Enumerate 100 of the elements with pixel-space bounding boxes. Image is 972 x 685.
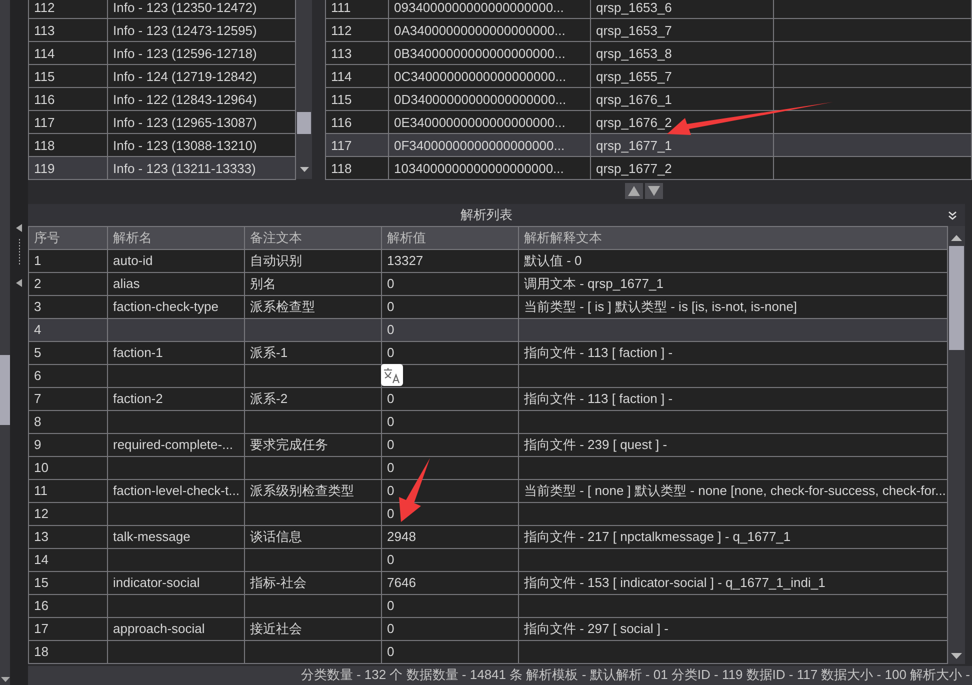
scroll-down-icon[interactable] [0, 677, 10, 682]
category-id: 118 [34, 138, 55, 152]
explanation-text: 当前类型 - [ none ] 默认类型 - none [none, check-for-success, check-for... [524, 482, 946, 498]
category-label: Info - 123 (12596-12718) [113, 46, 257, 60]
explanation-text: 默认值 - 0 [524, 252, 582, 268]
parse-row[interactable]: 17 approach-social 接近社会 0 指向文件 - 297 [ social ] - [28, 617, 948, 640]
record-row[interactable]: 114 0C34000000000000000000... qrsp_1655_7 [326, 64, 972, 88]
field-value: 2948 [387, 529, 416, 544]
explanation-text: 指向文件 - 217 [ npctalkmessage ] - q_1677_1 [524, 528, 791, 544]
parse-row[interactable]: 8 0 [28, 410, 948, 434]
list-scrollbar[interactable] [296, 0, 312, 179]
splitter-grip-icon[interactable] [18, 239, 20, 265]
collapse-left-icon[interactable] [16, 224, 22, 232]
note-text: 派系检查型 [250, 298, 315, 314]
record-row[interactable]: 112 0A34000000000000000000... qrsp_1653_7 [326, 18, 972, 42]
record-hex-data: 0D34000000000000000000... [394, 92, 566, 106]
category-label: Info - 123 (12965-13087) [113, 114, 257, 130]
column-header[interactable]: 解析名 [108, 226, 244, 250]
parse-row[interactable]: 2 alias 别名 0 调用文本 - qrsp_1677_1 [28, 272, 948, 296]
category-label: Info - 123 (13088-13210) [113, 138, 257, 152]
record-row[interactable]: 117 0F34000000000000000000... qrsp_1677_1 [326, 134, 972, 156]
parse-row[interactable]: 3 faction-check-type 派系检查型 0 当前类型 - [ is ] 默认类型 - is [is, is-not, is-none] [28, 295, 948, 318]
collapse-chevron-icon[interactable] [948, 210, 957, 220]
parse-row[interactable]: 6 [28, 364, 948, 388]
note-text: 指标-社会 [250, 574, 306, 590]
table-scrollbar[interactable] [948, 226, 965, 664]
scroll-up-icon[interactable] [951, 234, 962, 241]
parse-row[interactable]: 7 faction-2 派系-2 0 指向文件 - 113 [ faction ] - [28, 387, 948, 410]
category-id: 119 [34, 160, 55, 176]
record-hex-data: 0E34000000000000000000... [394, 114, 566, 130]
move-down-button[interactable] [645, 183, 663, 199]
field-name: indicator-social [113, 575, 200, 590]
parse-row[interactable]: 16 0 [28, 594, 948, 618]
parse-row[interactable]: 18 0 [28, 640, 948, 664]
row-number: 2 [34, 276, 42, 292]
record-hex-data: 0F34000000000000000000... [394, 138, 565, 152]
scroll-thumb[interactable] [297, 112, 311, 134]
record-hex-data: 1034000000000000000000... [394, 160, 564, 176]
note-text: 别名 [250, 276, 276, 291]
parse-row[interactable]: 15 indicator-social 指标-社会 7646 指向文件 - 153 [ indicator-social ] - q_1677_1_indi_1 [28, 571, 948, 594]
parse-row[interactable]: 9 required-complete-... 要求完成任务 0 指向文件 - 239 [ quest ] - [28, 433, 948, 456]
field-value: 0 [387, 506, 394, 522]
field-value: 0 [387, 391, 394, 406]
parse-row[interactable]: 11 faction-level-check-t... 派系级别检查类型 0 当前类型 - [ none ] 默认类型 - none [none, check-for-success, check-for... [28, 479, 948, 502]
category-id: 117 [34, 114, 55, 130]
parse-row[interactable]: 10 0 [28, 456, 948, 480]
scroll-down-icon[interactable] [951, 652, 962, 659]
parse-row[interactable]: 13 talk-message 谈话信息 2948 指向文件 - 217 [ npctalkmessage ] - q_1677_1 [28, 525, 948, 548]
row-number: 18 [34, 644, 48, 660]
category-label: Info - 123 (12473-12595) [113, 22, 257, 38]
field-value: 0 [387, 598, 394, 614]
parse-row[interactable]: 1 auto-id 自动识别 13327 默认值 - 0 [28, 249, 948, 272]
parse-row[interactable]: 5 faction-1 派系-1 0 指向文件 - 113 [ faction ] - [28, 341, 948, 364]
column-header[interactable]: 解析解释文本 [518, 226, 948, 250]
record-hex-data: 0A34000000000000000000... [394, 22, 566, 38]
explanation-text: 指向文件 - 297 [ social ] - [524, 620, 668, 636]
record-index: 112 [331, 22, 352, 38]
field-value: 0 [387, 644, 394, 660]
parse-row[interactable]: 12 0 [28, 502, 948, 526]
field-value: 0 [387, 414, 394, 430]
column-header[interactable]: 备注文本 [244, 226, 382, 250]
note-text: 接近社会 [250, 620, 302, 636]
record-row[interactable]: 113 0B34000000000000000000... qrsp_1653_8 [326, 42, 972, 64]
record-name: qrsp_1653_8 [596, 46, 672, 60]
category-id: 114 [34, 46, 55, 60]
row-number: 12 [34, 506, 48, 522]
note-text: 派系-1 [250, 344, 288, 360]
field-name: approach-social [113, 621, 205, 636]
row-number: 11 [34, 483, 48, 498]
field-value: 13327 [387, 253, 424, 268]
category-id: 112 [34, 0, 55, 14]
record-hex-data: 0B34000000000000000000... [394, 46, 566, 60]
field-name: talk-message [113, 529, 190, 544]
record-row[interactable]: 116 0E34000000000000000000... qrsp_1676_2 [326, 110, 972, 134]
column-header[interactable]: 序号 [28, 226, 108, 250]
record-index: 114 [331, 68, 352, 84]
field-name: faction-1 [113, 345, 163, 360]
field-value: 0 [387, 483, 394, 498]
explanation-text: 当前类型 - [ is ] 默认类型 - is [is, is-not, is-none] [524, 298, 798, 314]
record-index: 118 [331, 160, 352, 176]
row-number: 5 [34, 345, 42, 360]
record-name: qrsp_1677_2 [596, 160, 672, 176]
field-value: 0 [387, 621, 394, 636]
move-up-button[interactable] [625, 183, 643, 199]
category-id: 115 [34, 68, 55, 84]
row-number: 4 [34, 322, 42, 338]
record-row[interactable]: 115 0D34000000000000000000... qrsp_1676_1 [326, 88, 972, 110]
record-index: 113 [331, 46, 352, 60]
record-row[interactable]: 118 1034000000000000000000... qrsp_1677_2 [326, 156, 972, 180]
parse-row[interactable]: 14 0 [28, 548, 948, 572]
scroll-thumb[interactable] [0, 355, 10, 425]
category-id: 113 [34, 22, 55, 38]
column-header[interactable]: 解析值 [382, 226, 518, 250]
scroll-down-icon[interactable] [300, 167, 308, 172]
translate-icon[interactable] [381, 364, 403, 386]
record-row[interactable]: 111 0934000000000000000000... qrsp_1653_6 [326, 0, 972, 18]
parse-row[interactable]: 4 0 [28, 318, 948, 342]
collapse-left-icon[interactable] [16, 279, 22, 287]
scroll-thumb[interactable] [949, 246, 964, 350]
side-scrollbar[interactable] [0, 0, 10, 685]
